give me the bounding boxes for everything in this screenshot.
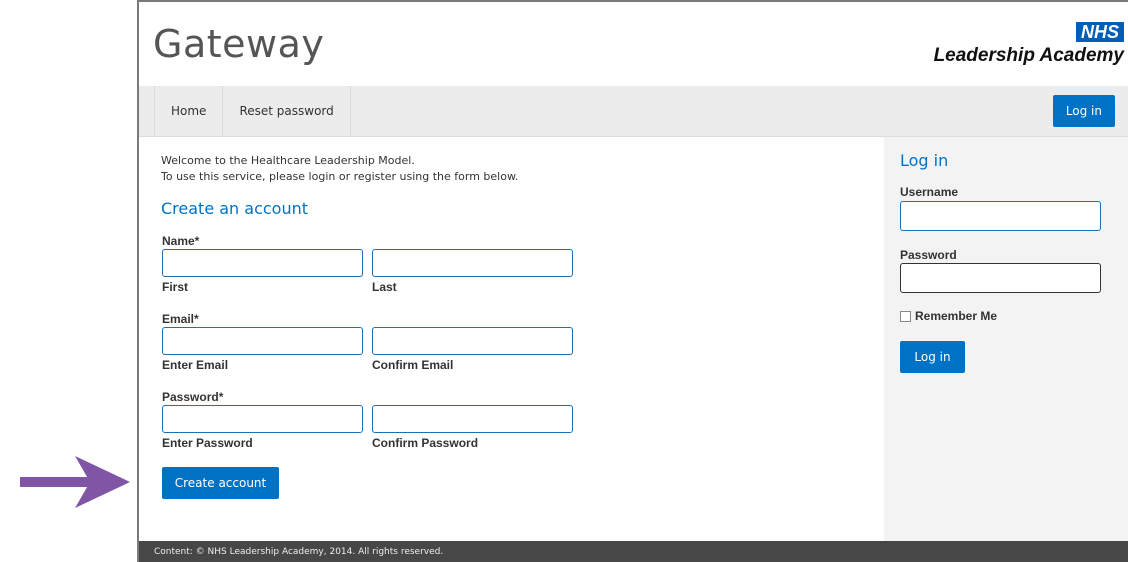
site-footer: Content: © NHS Leadership Academy, 2014.… [139, 541, 1128, 562]
sidebar-login-button[interactable]: Log in [900, 341, 965, 373]
nav-bar: Home Reset password Log in [139, 86, 1128, 137]
last-name-input[interactable] [372, 249, 573, 277]
login-heading: Log in [900, 151, 949, 170]
intro-line-1: Welcome to the Healthcare Leadership Mod… [161, 154, 415, 167]
footer-text: Content: © NHS Leadership Academy, 2014.… [154, 547, 444, 557]
password-input[interactable] [162, 405, 363, 433]
browser-page: Gateway NHS Leadership Academy Home Rese… [137, 0, 1128, 562]
confirm-password-label: Confirm Password [372, 436, 479, 450]
nhs-logo-subtitle: Leadership Academy [933, 45, 1124, 66]
remember-me-label: Remember Me [915, 309, 998, 323]
nav-login-button[interactable]: Log in [1052, 95, 1115, 127]
login-sidebar: Log in Username Password Remember Me Log… [884, 137, 1128, 541]
confirm-password-input[interactable] [372, 405, 573, 433]
intro-line-2: To use this service, please login or reg… [161, 170, 519, 183]
enter-email-label: Enter Email [162, 358, 229, 372]
right-arrow-icon [20, 456, 130, 508]
site-header: Gateway NHS Leadership Academy [139, 2, 1128, 86]
enter-password-label: Enter Password [162, 436, 253, 450]
create-account-heading: Create an account [161, 199, 309, 218]
first-name-input[interactable] [162, 249, 363, 277]
nav-item-reset-password[interactable]: Reset password [222, 86, 351, 136]
intro-text: Welcome to the Healthcare Leadership Mod… [161, 153, 518, 185]
password-label: Password* [162, 390, 224, 404]
confirm-email-input[interactable] [372, 327, 573, 355]
nhs-logo-badge: NHS [1075, 22, 1124, 42]
nhs-logo[interactable]: NHS Leadership Academy [934, 22, 1124, 67]
site-title: Gateway [153, 22, 325, 66]
sidebar-password-input[interactable] [900, 263, 1101, 293]
sidebar-password-label: Password [900, 248, 957, 262]
username-input[interactable] [900, 201, 1101, 231]
create-account-button[interactable]: Create account [162, 467, 279, 499]
email-label: Email* [162, 312, 199, 326]
email-input[interactable] [162, 327, 363, 355]
main-content: Welcome to the Healthcare Leadership Mod… [139, 137, 884, 541]
username-label: Username [900, 185, 959, 199]
nav-list: Home Reset password [154, 86, 351, 136]
remember-me-checkbox[interactable] [900, 310, 911, 322]
nav-item-home[interactable]: Home [154, 86, 222, 136]
last-label: Last [372, 280, 397, 294]
remember-me[interactable]: Remember Me [900, 309, 997, 323]
confirm-email-label: Confirm Email [372, 358, 454, 372]
first-label: First [162, 280, 189, 294]
name-label: Name* [162, 234, 200, 248]
